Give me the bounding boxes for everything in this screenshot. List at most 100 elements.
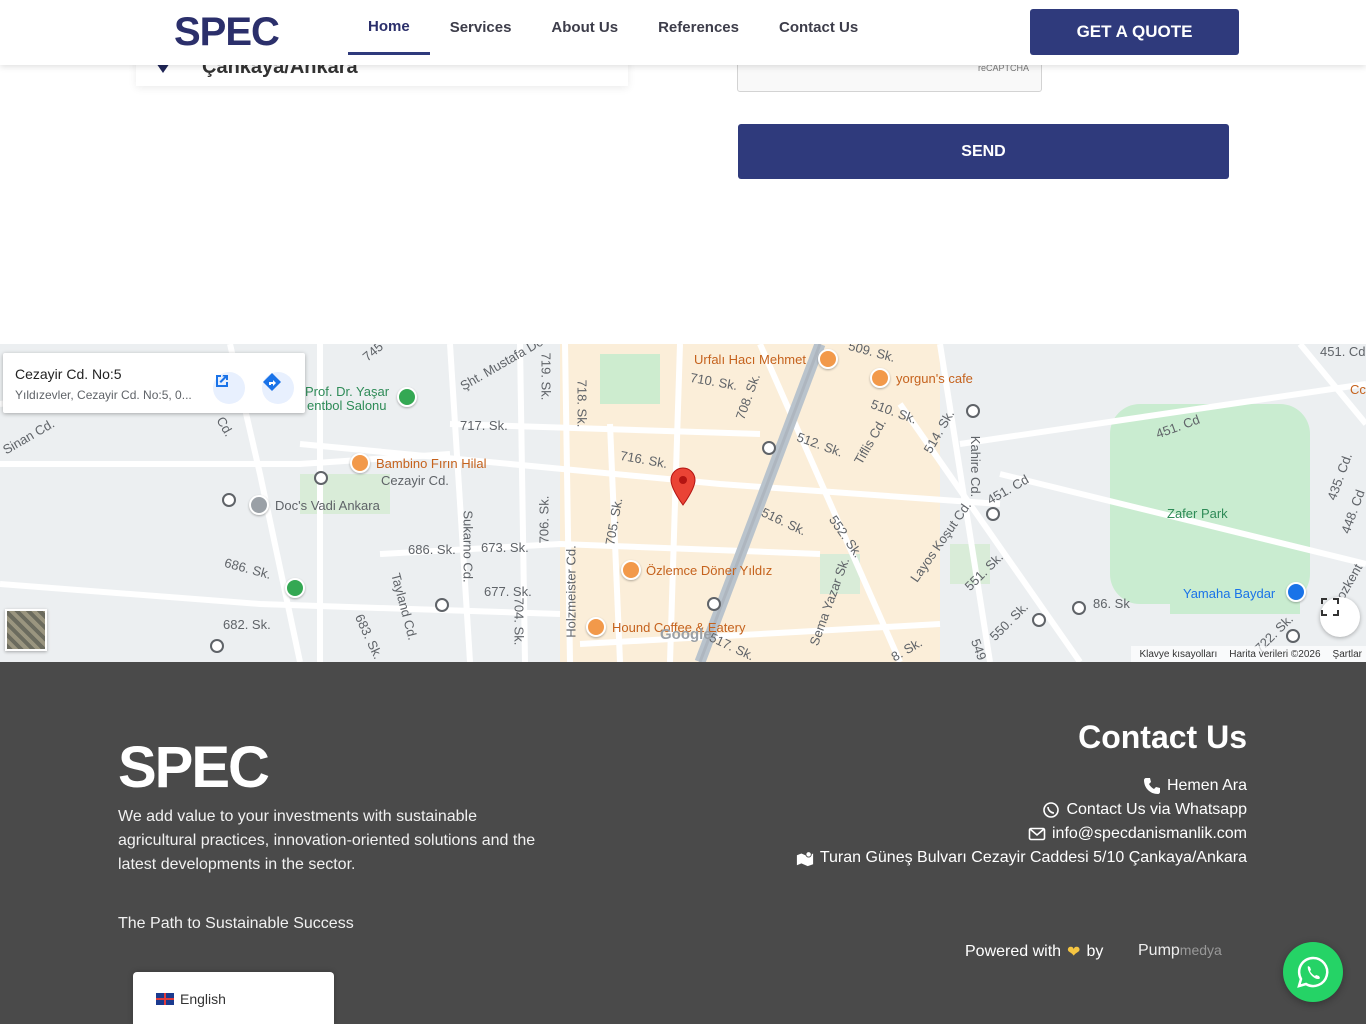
address-link[interactable]: Turan Güneş Bulvarı Cezayir Caddesi 5/10… — [796, 846, 1247, 870]
powered-prefix: Powered with — [965, 943, 1062, 960]
uk-flag-icon — [156, 993, 174, 1005]
call-link[interactable]: Hemen Ara — [796, 774, 1247, 798]
restaurant-icon[interactable] — [621, 560, 641, 580]
bus-stop-icon[interactable] — [707, 597, 721, 611]
map-label: Bambino Fırın Hilal — [376, 456, 487, 471]
bus-stop-icon[interactable] — [222, 493, 236, 507]
map-label: yorgun's cafe — [896, 371, 973, 386]
map-label: 704. Sk. — [511, 597, 527, 646]
call-link-text: Hemen Ara — [1166, 777, 1247, 794]
map-label: Sukarno Cd. — [460, 510, 476, 583]
map-label: 86. Sk — [1093, 596, 1130, 611]
bus-stop-icon[interactable] — [762, 441, 776, 455]
email-link[interactable]: info@specdanismanlik.com — [796, 822, 1247, 846]
pump-text: Pump — [1138, 942, 1180, 959]
park-icon[interactable] — [285, 578, 305, 598]
directions-icon — [263, 373, 281, 391]
cafe-icon[interactable] — [870, 368, 890, 388]
site-header: SPEC Home Services About Us References C… — [0, 0, 1366, 65]
send-button[interactable]: SEND — [738, 124, 1229, 179]
map-place-card: Cezayir Cd. No:5 Yıldızevler, Cezayir Cd… — [3, 353, 305, 413]
cafe-icon[interactable] — [586, 617, 606, 637]
fullscreen-icon — [1321, 598, 1339, 616]
language-switcher[interactable]: English — [133, 972, 334, 1024]
map-label: 682. Sk. — [223, 617, 271, 632]
fullscreen-button[interactable] — [1320, 597, 1360, 637]
nav-services[interactable]: Services — [430, 0, 532, 55]
language-label: English — [180, 991, 226, 1007]
footer-description: We add value to your investments with su… — [118, 808, 536, 873]
map-data-credit: Harita verileri ©2026 — [1229, 648, 1321, 660]
sports-icon[interactable] — [397, 387, 417, 407]
place-icon[interactable] — [249, 495, 269, 515]
map-label: Urfalı Hacı Mehmet — [694, 352, 806, 367]
google-logo: Google — [660, 626, 712, 643]
terms-link[interactable]: Şartlar — [1333, 649, 1362, 660]
map-label: Holzmeister Cd. — [563, 545, 579, 638]
phone-icon — [1143, 777, 1161, 795]
bus-stop-icon[interactable] — [435, 598, 449, 612]
map-label: Kahire Cd. — [968, 435, 984, 498]
medya-text: medya — [1179, 942, 1222, 958]
whatsapp-icon — [1042, 801, 1060, 819]
satellite-toggle[interactable] — [5, 609, 47, 651]
map-label: 718. Sk. — [574, 379, 590, 428]
map-label: 673. Sk. — [481, 540, 529, 555]
whatsapp-link[interactable]: Contact Us via Whatsapp — [796, 798, 1247, 822]
map-label: 719. Sk. — [538, 352, 554, 401]
map-attribution: Klavye kısayolları Harita verileri ©2026… — [1131, 646, 1366, 662]
map-label: Özlemce Döner Yıldız — [646, 563, 773, 578]
map-label: 706. Sk. — [536, 495, 552, 544]
main-nav: Home Services About Us References Contac… — [348, 0, 878, 65]
place-address: Yıldızevler, Cezayir Cd. No:5, 0... — [15, 388, 192, 402]
map-label: 686. Sk. — [408, 542, 456, 557]
whatsapp-icon — [1297, 956, 1329, 988]
bus-stop-icon[interactable] — [1032, 613, 1046, 627]
footer-tagline: The Path to Sustainable Success — [118, 915, 354, 932]
directions-button[interactable] — [262, 372, 294, 404]
mail-icon — [1028, 825, 1046, 843]
bus-stop-icon[interactable] — [1072, 601, 1086, 615]
place-title: Cezayir Cd. No:5 — [15, 366, 122, 382]
map-label: 451. Cd — [1320, 344, 1366, 359]
map-icon — [796, 849, 814, 867]
whatsapp-float-button[interactable] — [1283, 942, 1343, 1002]
bus-stop-icon[interactable] — [986, 507, 1000, 521]
powered-by: Powered with ❤ by — [965, 942, 1103, 962]
map-label: Yamaha Baydar — [1183, 586, 1276, 601]
bus-stop-icon[interactable] — [1286, 629, 1300, 643]
bus-stop-icon[interactable] — [314, 471, 328, 485]
map-label: Cc — [1350, 382, 1366, 397]
shopping-icon[interactable] — [1286, 582, 1306, 602]
open-in-maps-button[interactable] — [213, 372, 245, 404]
whatsapp-link-text: Contact Us via Whatsapp — [1066, 801, 1247, 818]
footer-contact-title: Contact Us — [1078, 719, 1247, 755]
footer-logo: SPEC — [118, 735, 270, 800]
site-logo[interactable]: SPEC — [174, 10, 280, 55]
map-label: Doc's Vadi Ankara — [275, 498, 380, 513]
map-label: Cezayir Cd. — [381, 473, 449, 488]
pumpmedya-link[interactable]: Pumpmedya — [1138, 942, 1222, 960]
address-link-text: Turan Güneş Bulvarı Cezayir Caddesi 5/10… — [819, 849, 1247, 866]
email-link-text: info@specdanismanlik.com — [1052, 825, 1247, 842]
keyboard-shortcuts-link[interactable]: Klavye kısayolları — [1139, 649, 1217, 660]
bus-stop-icon[interactable] — [210, 639, 224, 653]
page: SPEC Home Services About Us References C… — [0, 0, 1366, 1024]
heart-icon: ❤ — [1067, 944, 1081, 961]
powered-by-text: by — [1086, 943, 1104, 960]
restaurant-icon[interactable] — [818, 349, 838, 369]
nav-about[interactable]: About Us — [531, 0, 638, 55]
map-marker-icon[interactable] — [668, 467, 698, 507]
embedded-map[interactable]: Şht. Mustafa Do 745 Sinan Cd. Cd. Prof. … — [0, 344, 1366, 662]
bus-stop-icon[interactable] — [966, 404, 980, 418]
nav-home[interactable]: Home — [348, 0, 430, 55]
map-label: entbol Salonu — [307, 398, 387, 413]
map-label: Zafer Park — [1167, 506, 1228, 521]
get-quote-button[interactable]: GET A QUOTE — [1030, 9, 1239, 55]
nav-references[interactable]: References — [638, 0, 759, 55]
restaurant-icon[interactable] — [350, 453, 370, 473]
nav-contact[interactable]: Contact Us — [759, 0, 878, 55]
map-label: Prof. Dr. Yaşar — [305, 384, 390, 399]
footer-contact-links: Hemen Ara Contact Us via Whatsapp info@s… — [796, 774, 1247, 870]
site-footer: SPEC We add value to your investments wi… — [0, 662, 1366, 1024]
